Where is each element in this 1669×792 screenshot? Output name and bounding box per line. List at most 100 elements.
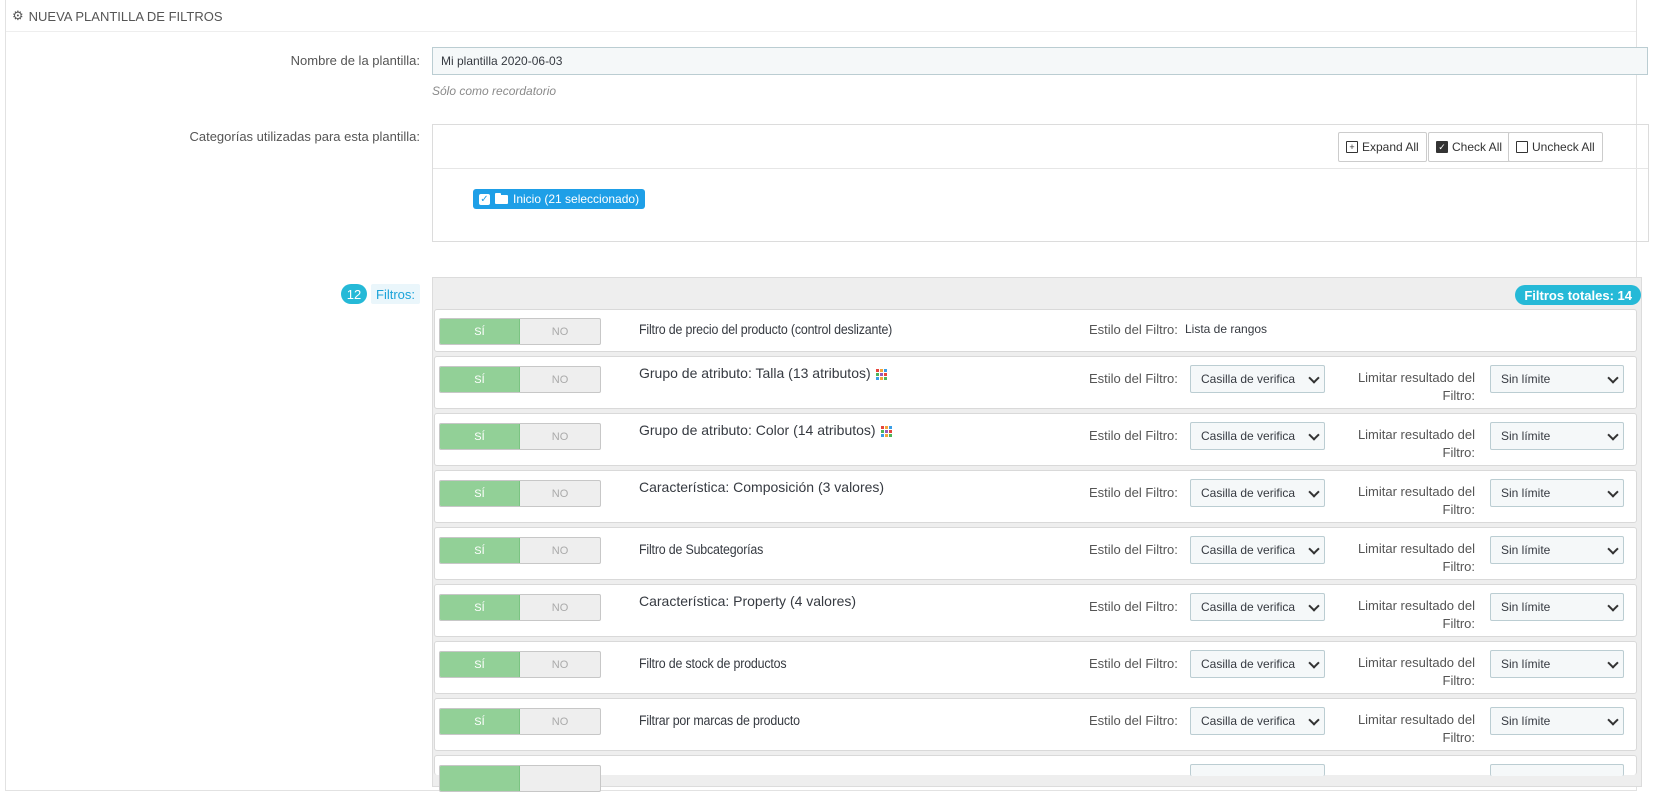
toggle-yes[interactable]: SÍ	[440, 595, 520, 620]
filter-limit-select[interactable]	[1490, 764, 1624, 776]
panel-heading: ⚙ NUEVA PLANTILLA DE FILTROS	[12, 6, 223, 26]
filter-style-label: Estilo del Filtro:	[1089, 542, 1178, 557]
chevron-down-icon	[1607, 543, 1619, 555]
filter-style-label: Estilo del Filtro:	[1089, 599, 1178, 614]
toggle-no[interactable]: NO	[520, 319, 600, 344]
filter-toggle[interactable]: SÍ NO	[439, 651, 601, 678]
filter-toggle[interactable]	[439, 765, 601, 792]
filter-style-select[interactable]: Casilla de verifica	[1190, 422, 1325, 450]
uncheck-all-button[interactable]: Uncheck All	[1508, 132, 1603, 162]
filter-style-label: Estilo del Filtro:	[1089, 485, 1178, 500]
categories-label: Categorías utilizadas para esta plantill…	[189, 129, 420, 144]
heading-divider	[6, 31, 1636, 32]
toggle-no[interactable]: NO	[520, 424, 600, 449]
filter-toggle[interactable]: SÍ NO	[439, 480, 601, 507]
chevron-down-icon	[1308, 429, 1320, 441]
toggle-yes[interactable]: SÍ	[440, 319, 520, 344]
chevron-down-icon	[1308, 372, 1320, 384]
filter-style-select-value: Casilla de verifica	[1201, 486, 1296, 500]
filter-limit-select-value: Sin límite	[1501, 657, 1551, 671]
filter-toggle[interactable]: SÍ NO	[439, 366, 601, 393]
chevron-down-icon	[1607, 714, 1619, 726]
filter-style-select[interactable]: Casilla de verifica	[1190, 536, 1325, 564]
filters-label: Filtros:	[371, 284, 420, 304]
uncheck-all-label: Uncheck All	[1532, 140, 1595, 154]
filter-toggle[interactable]: SÍ NO	[439, 318, 601, 345]
filter-limit-label: Limitar resultado del Filtro:	[1357, 655, 1475, 688]
filter-style-label: Estilo del Filtro:	[1089, 713, 1178, 728]
filter-row[interactable]: SÍ NO Grupo de atributo: Color (14 atrib…	[434, 413, 1637, 466]
chevron-down-icon	[1607, 486, 1619, 498]
filter-row[interactable]: SÍ NO Característica: Property (4 valore…	[434, 584, 1637, 637]
filter-style-select[interactable]: Casilla de verifica	[1190, 479, 1325, 507]
filter-row[interactable]: SÍ NO Filtro de stock de productos Estil…	[434, 641, 1637, 694]
filter-style-label: Estilo del Filtro:	[1089, 322, 1178, 337]
filter-limit-select[interactable]: Sin límite	[1490, 365, 1624, 393]
toggle-yes[interactable]: SÍ	[440, 538, 520, 563]
filter-toggle[interactable]: SÍ NO	[439, 537, 601, 564]
filter-limit-select[interactable]: Sin límite	[1490, 422, 1624, 450]
filter-style-select-value: Casilla de verifica	[1201, 600, 1296, 614]
filter-row[interactable]: SÍ NO Filtrar por marcas de producto Est…	[434, 698, 1637, 751]
filter-limit-select[interactable]: Sin límite	[1490, 479, 1624, 507]
chevron-down-icon	[1607, 600, 1619, 612]
filter-style-select-value: Casilla de verifica	[1201, 657, 1296, 671]
filter-row[interactable]: SÍ NO Grupo de atributo: Talla (13 atrib…	[434, 356, 1637, 409]
toggle-yes[interactable]: SÍ	[440, 709, 520, 734]
checkbox-checked-icon[interactable]: ✓	[479, 193, 490, 205]
filter-toggle[interactable]: SÍ NO	[439, 594, 601, 621]
filter-name: Grupo de atributo: Talla (13 atributos)	[639, 365, 887, 381]
chevron-down-icon	[1308, 657, 1320, 669]
expand-all-button[interactable]: + Expand All	[1338, 132, 1427, 162]
filter-style-select[interactable]	[1190, 764, 1325, 776]
filter-row[interactable]: SÍ NO Filtro de precio del producto (con…	[434, 309, 1637, 352]
color-palette-icon	[875, 368, 887, 380]
filter-toggle[interactable]: SÍ NO	[439, 423, 601, 450]
filter-style-select[interactable]: Casilla de verifica	[1190, 365, 1325, 393]
toggle-no[interactable]: NO	[520, 595, 600, 620]
toggle-no[interactable]: NO	[520, 538, 600, 563]
filter-limit-select[interactable]: Sin límite	[1490, 650, 1624, 678]
tree-node-root[interactable]: ✓ Inicio (21 seleccionado)	[473, 189, 646, 209]
filter-limit-select-value: Sin límite	[1501, 600, 1551, 614]
filter-name: Filtro de precio del producto (control d…	[639, 322, 893, 337]
toggle-no[interactable]: NO	[520, 652, 600, 677]
toggle-yes[interactable]: SÍ	[440, 367, 520, 392]
filter-name: Característica: Composición (3 valores)	[639, 479, 885, 495]
filter-limit-label: Limitar resultado del Filtro:	[1357, 370, 1475, 403]
filter-limit-select[interactable]: Sin límite	[1490, 593, 1624, 621]
filter-limit-select[interactable]: Sin límite	[1490, 536, 1624, 564]
toggle-no[interactable]: NO	[520, 709, 600, 734]
chevron-down-icon	[1607, 372, 1619, 384]
template-name-input[interactable]	[432, 47, 1648, 75]
filter-row[interactable]: SÍ NO Filtro de Subcategorías Estilo del…	[434, 527, 1637, 580]
chevron-down-icon	[1607, 429, 1619, 441]
filter-style-select[interactable]: Casilla de verifica	[1190, 650, 1325, 678]
filter-style-select-value: Casilla de verifica	[1201, 714, 1296, 728]
filter-style-label: Estilo del Filtro:	[1089, 656, 1178, 671]
gears-icon: ⚙	[12, 8, 24, 23]
filter-toggle[interactable]: SÍ NO	[439, 708, 601, 735]
filter-name: Filtrar por marcas de producto	[639, 713, 800, 728]
toggle-yes[interactable]: SÍ	[440, 481, 520, 506]
template-name-label: Nombre de la plantilla:	[290, 53, 420, 68]
toggle-no[interactable]: NO	[520, 367, 600, 392]
filter-limit-label: Limitar resultado del Filtro:	[1357, 712, 1475, 745]
chevron-down-icon	[1308, 543, 1320, 555]
filter-name-text: Grupo de atributo: Color (14 atributos)	[639, 422, 876, 438]
filter-name: Filtro de Subcategorías	[639, 542, 764, 557]
filter-row[interactable]	[434, 755, 1637, 792]
filter-style-select[interactable]: Casilla de verifica	[1190, 707, 1325, 735]
filter-limit-select-value: Sin límite	[1501, 372, 1551, 386]
filter-name: Grupo de atributo: Color (14 atributos)	[639, 422, 892, 438]
filter-limit-select[interactable]: Sin límite	[1490, 707, 1624, 735]
filter-row[interactable]: SÍ NO Característica: Composición (3 val…	[434, 470, 1637, 523]
filter-style-select[interactable]: Casilla de verifica	[1190, 593, 1325, 621]
toggle-yes[interactable]: SÍ	[440, 652, 520, 677]
filter-name: Característica: Property (4 valores)	[639, 593, 857, 609]
toggle-yes[interactable]: SÍ	[440, 424, 520, 449]
toggle-no[interactable]: NO	[520, 481, 600, 506]
total-filters-badge: Filtros totales: 14	[1515, 285, 1641, 305]
check-all-button[interactable]: ✓ Check All	[1428, 132, 1511, 162]
filter-style-select-value: Casilla de verifica	[1201, 429, 1296, 443]
